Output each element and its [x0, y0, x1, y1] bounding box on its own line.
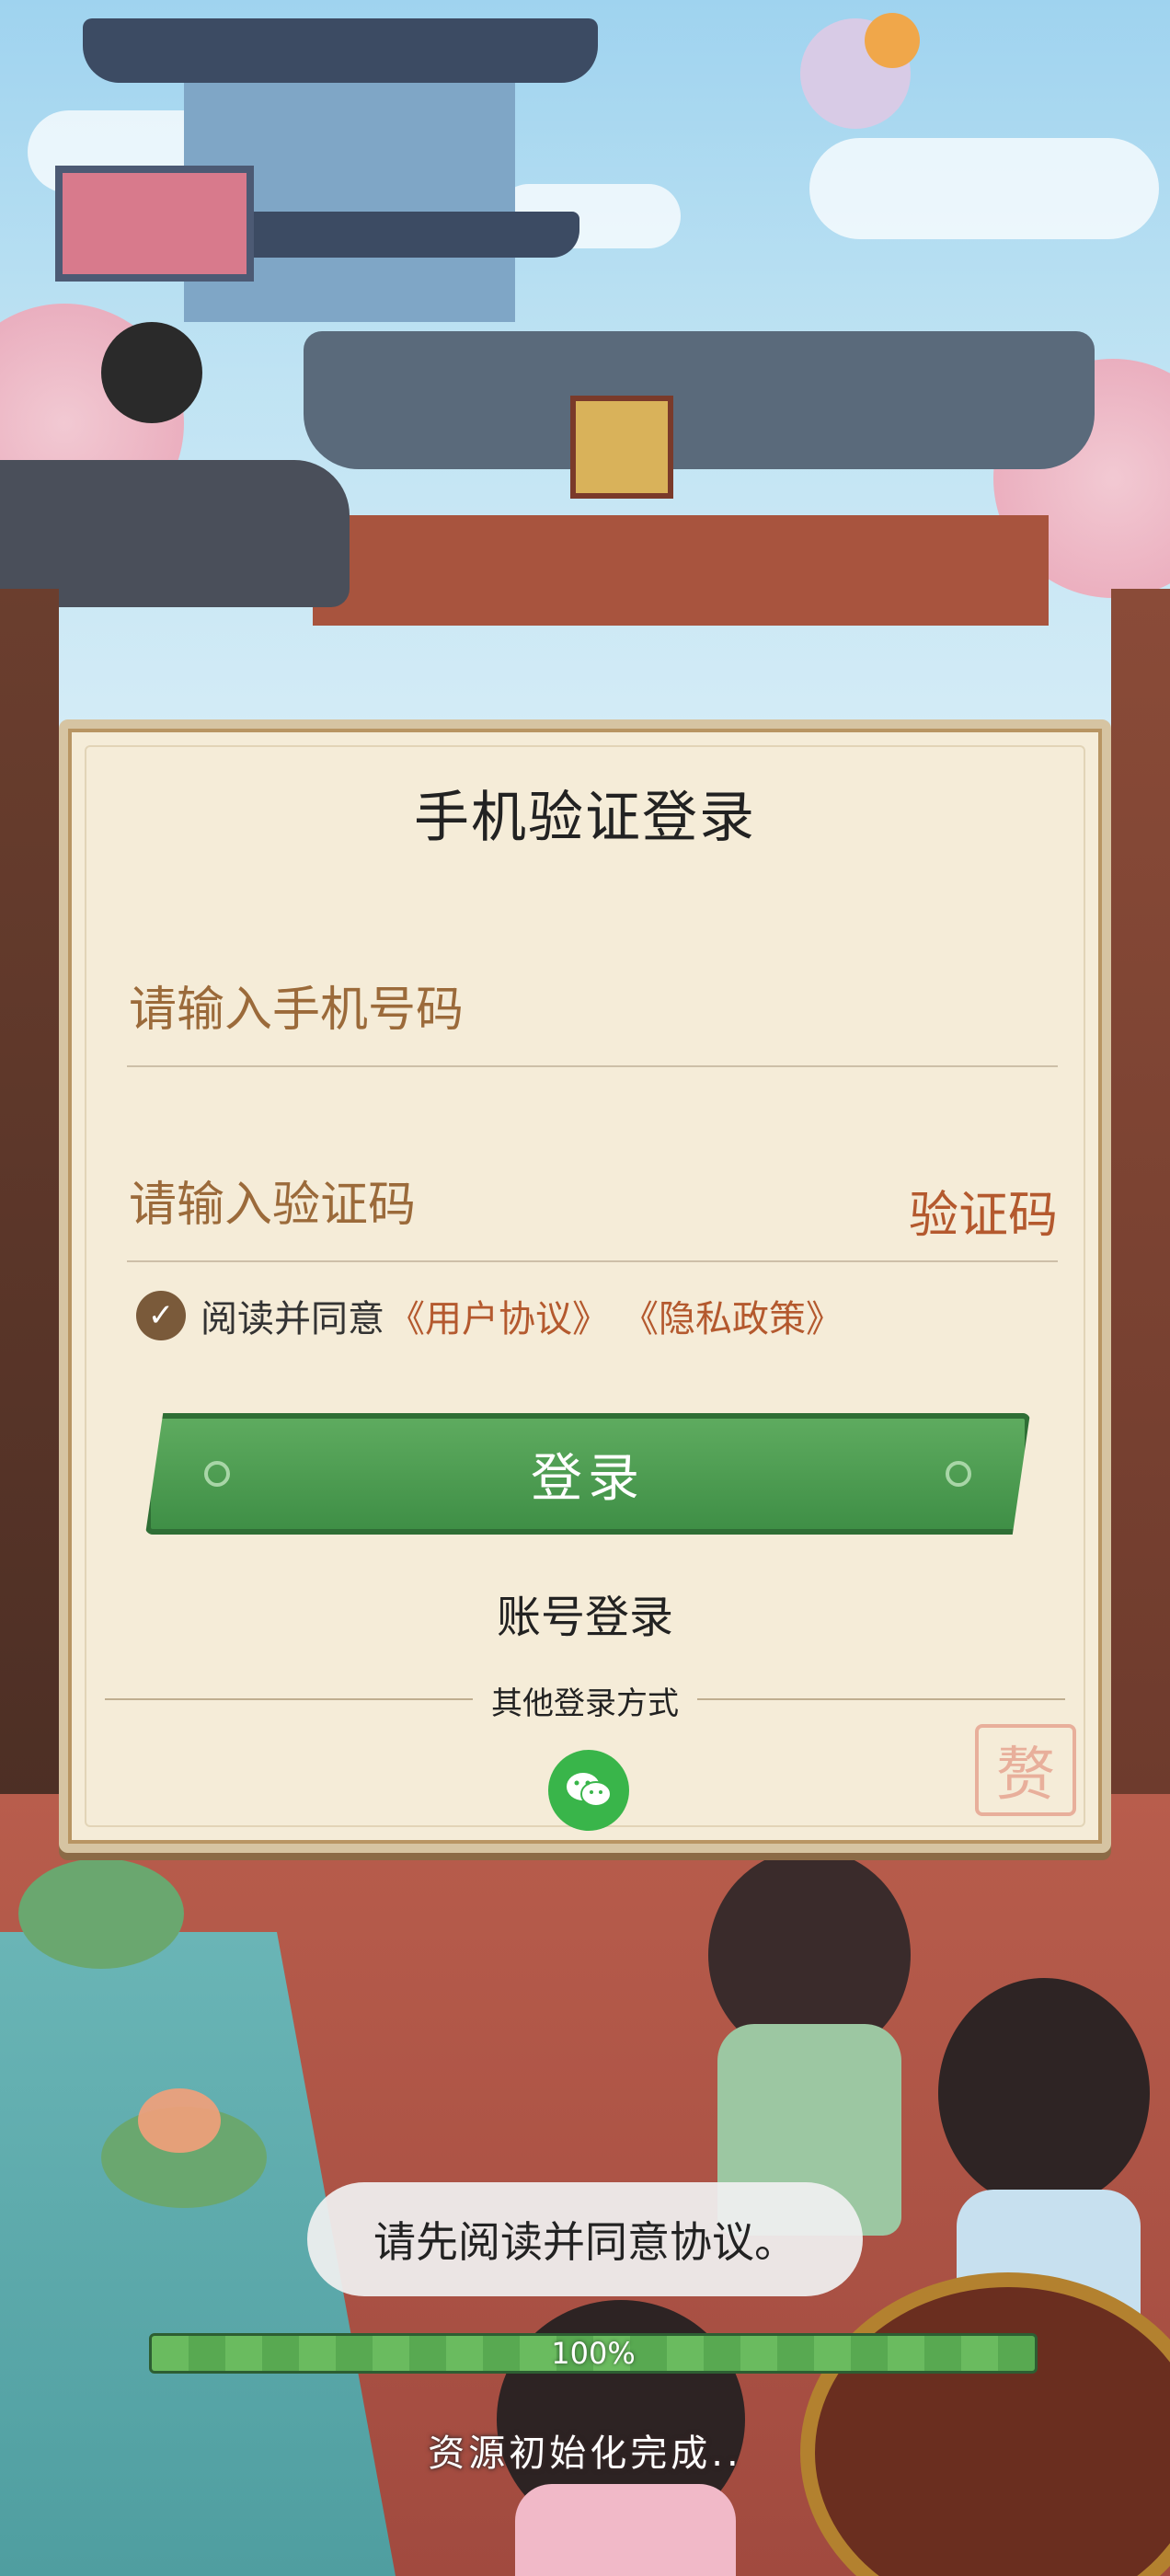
- cloud: [809, 138, 1159, 239]
- progress-label: 100%: [551, 2336, 636, 2371]
- agreement-prefix: 阅读并同意: [201, 1298, 384, 1340]
- ornament-icon: [946, 1461, 971, 1487]
- code-field: 验证码: [127, 1150, 1058, 1262]
- get-code-button[interactable]: 验证码: [909, 1174, 1058, 1247]
- loading-status: 资源初始化完成..: [428, 2432, 742, 2475]
- other-methods-label: 其他登录方式: [491, 1685, 679, 1722]
- lily-pad: [18, 1858, 184, 1969]
- toast: 请先阅读并同意协议。: [307, 2182, 863, 2296]
- gate-plaque: [570, 396, 673, 499]
- ornament-icon: [204, 1461, 230, 1487]
- code-input[interactable]: [127, 1150, 779, 1260]
- bridge: [313, 515, 1049, 626]
- loading-progress-bar: 100%: [149, 2333, 1038, 2374]
- wechat-login-button[interactable]: [548, 1750, 629, 1831]
- login-button-label: 登录: [531, 1448, 645, 1509]
- login-button[interactable]: 登录: [145, 1413, 1030, 1535]
- panel-frame: [85, 745, 1085, 1827]
- seal-char: 赘: [996, 1742, 1055, 1810]
- account-login-link[interactable]: 账号登录: [68, 1581, 1102, 1645]
- user-agreement-link[interactable]: 《用户协议》: [388, 1289, 609, 1342]
- agreement-row: ✓ 阅读并同意 《用户协议》 《隐私政策》: [136, 1288, 843, 1343]
- toast-message: 请先阅读并同意协议。: [373, 2217, 797, 2267]
- girl-pink-dress-body: [515, 2484, 736, 2576]
- rooftop-character: [101, 322, 202, 423]
- page-title: 手机验证登录: [414, 786, 756, 850]
- privacy-policy-link[interactable]: 《隐私政策》: [622, 1289, 843, 1342]
- lotus-flower: [138, 2088, 221, 2153]
- left-buildings: [0, 589, 59, 1877]
- phone-field: [127, 955, 1058, 1067]
- check-circle-icon[interactable]: ✓: [136, 1291, 186, 1340]
- phone-input[interactable]: [127, 955, 1058, 1065]
- wechat-icon: [567, 1773, 612, 1807]
- balloon: [865, 13, 920, 68]
- right-buildings: [1111, 589, 1170, 1877]
- girl-blue-dress-head: [938, 1978, 1150, 2208]
- divider-right: [697, 1698, 1065, 1700]
- gate-roof: [304, 331, 1095, 469]
- billboard: [55, 166, 254, 282]
- tower-roof: [83, 18, 598, 83]
- login-panel: 手机验证登录 验证码 ✓ 阅读并同意 《用户协议》 《隐私政策》 登录 账号登录…: [59, 719, 1111, 1853]
- seal-stamp: 赘: [975, 1724, 1076, 1816]
- left-roof: [0, 460, 350, 607]
